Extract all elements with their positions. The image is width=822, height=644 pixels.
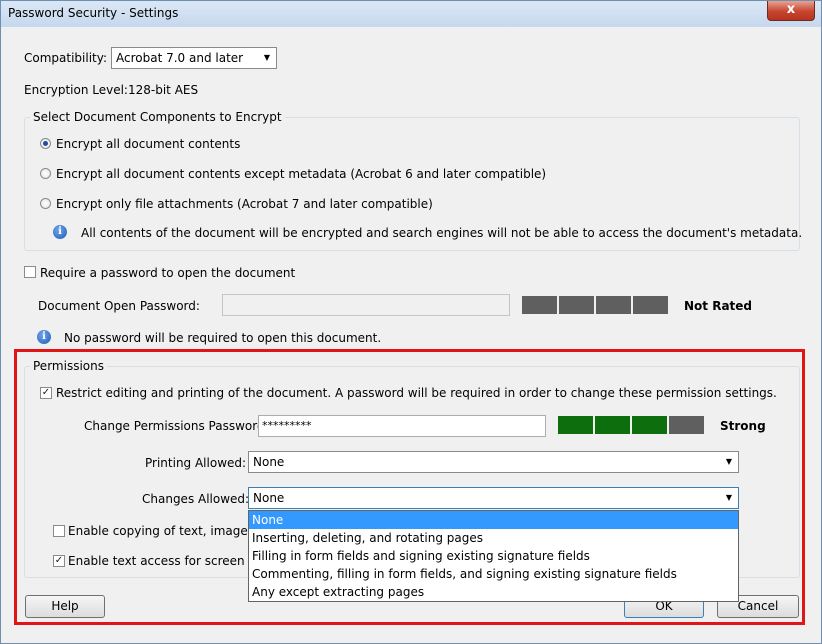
encrypt-attachments-label: Encrypt only file attachments (Acrobat 7… <box>56 197 433 211</box>
open-password-strength-meter <box>522 296 668 314</box>
encrypt-except-metadata-radio[interactable] <box>40 168 51 179</box>
encryption-level-label: Encryption Level: <box>24 83 128 97</box>
window-title: Password Security - Settings <box>8 6 179 20</box>
encryption-level-value: 128-bit AES <box>128 83 199 97</box>
open-password-info-text: No password will be required to open thi… <box>64 331 382 345</box>
require-open-password-label: Require a password to open the document <box>40 266 296 280</box>
info-icon: i <box>37 330 51 344</box>
meter-segment <box>559 296 594 314</box>
meter-segment <box>633 296 668 314</box>
close-button[interactable]: x <box>767 1 815 21</box>
encrypt-all-label: Encrypt all document contents <box>56 137 241 151</box>
components-info-text: All contents of the document will be enc… <box>81 226 803 240</box>
require-open-password-checkbox[interactable] <box>24 266 36 278</box>
encrypt-attachments-radio[interactable] <box>40 198 51 209</box>
encrypt-except-metadata-label: Encrypt all document contents except met… <box>56 167 547 181</box>
meter-segment <box>522 296 557 314</box>
open-password-input[interactable] <box>222 294 510 316</box>
meter-segment <box>596 296 631 314</box>
password-security-dialog: Password Security - Settings x Compatibi… <box>0 0 822 644</box>
compatibility-value: Acrobat 7.0 and later <box>116 51 244 65</box>
highlight-box <box>14 349 805 625</box>
info-icon: i <box>53 225 67 239</box>
title-bar: Password Security - Settings x <box>1 1 821 27</box>
open-password-rating: Not Rated <box>684 299 753 313</box>
compatibility-select[interactable]: Acrobat 7.0 and later ▼ <box>111 47 277 69</box>
compatibility-label: Compatibility: <box>24 51 108 65</box>
open-password-label: Document Open Password: <box>38 299 200 313</box>
chevron-down-icon: ▼ <box>263 53 271 62</box>
encrypt-all-radio[interactable] <box>40 138 51 149</box>
components-group-title: Select Document Components to Encrypt <box>30 110 285 124</box>
